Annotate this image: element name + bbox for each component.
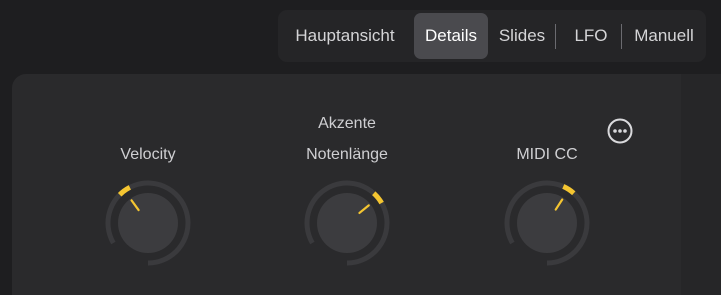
knob-body <box>118 193 178 253</box>
panel-side-area <box>681 74 721 295</box>
knob-label-notenlaenge: Notenlänge <box>306 146 388 163</box>
knob-value-arc <box>562 184 576 196</box>
tab-details[interactable]: Details <box>414 13 488 59</box>
tab-separator <box>621 24 622 49</box>
knob-body <box>317 193 377 253</box>
midi-cc-knob[interactable] <box>501 177 593 269</box>
app-root: Hauptansicht Details Slides LFO Manuell … <box>0 0 721 295</box>
knob-body <box>517 193 577 253</box>
tab-separator <box>555 24 556 49</box>
knob-label-midi-cc: MIDI CC <box>516 146 578 163</box>
tab-manuell[interactable]: Manuell <box>624 13 704 59</box>
ellipsis-circle-icon[interactable] <box>607 118 633 144</box>
knob-value-arc <box>372 191 384 205</box>
velocity-knob[interactable] <box>102 177 194 269</box>
tab-slides[interactable]: Slides <box>492 13 552 59</box>
tab-hauptansicht[interactable]: Hauptansicht <box>284 13 406 59</box>
tab-lfo[interactable]: LFO <box>560 13 622 59</box>
notenlaenge-knob[interactable] <box>301 177 393 269</box>
knob-value-arc <box>117 185 132 197</box>
view-tab-bar: Hauptansicht Details Slides LFO Manuell <box>278 10 706 62</box>
knob-label-velocity: Velocity <box>120 146 176 163</box>
group-title-akzente: Akzente <box>318 115 376 132</box>
